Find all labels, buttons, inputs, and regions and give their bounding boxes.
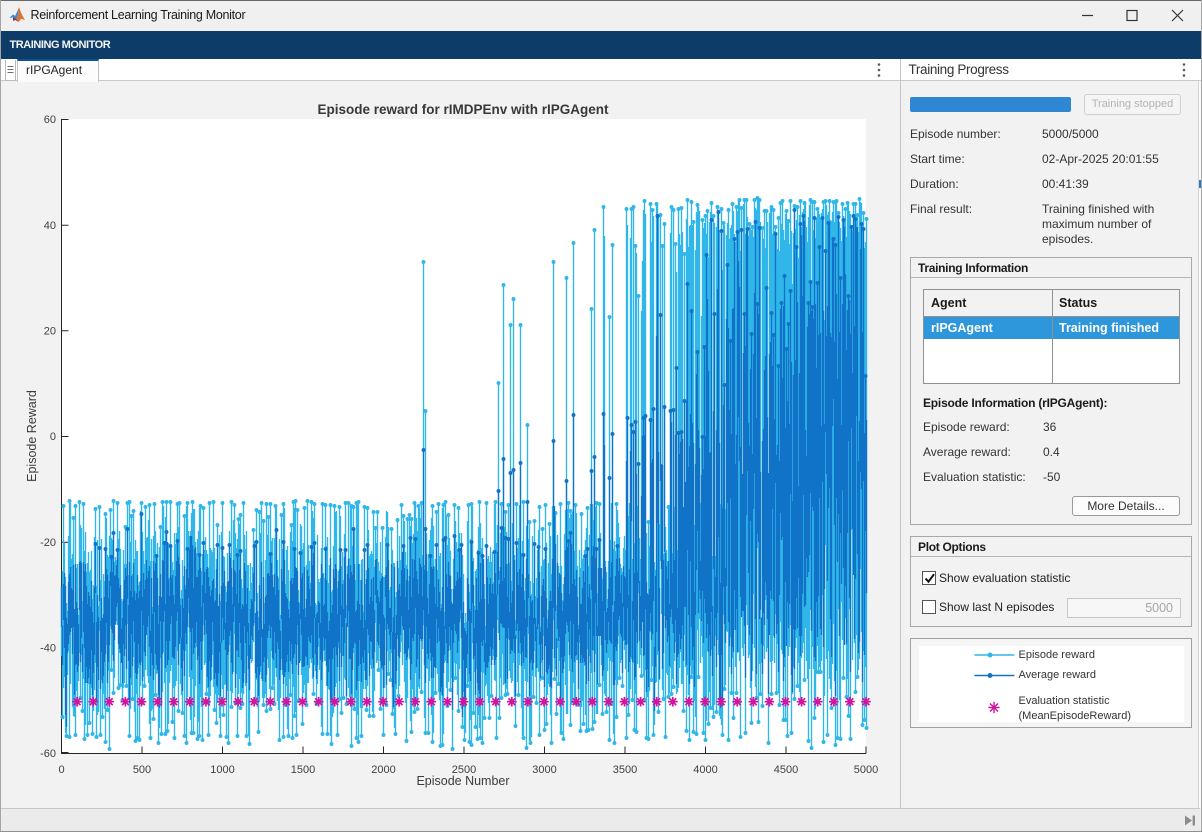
svg-text:1000: 1000	[210, 764, 234, 776]
svg-text:2000: 2000	[371, 764, 395, 776]
svg-text:3500: 3500	[613, 764, 637, 776]
svg-text:20: 20	[44, 326, 56, 338]
svg-text:4500: 4500	[774, 764, 798, 776]
svg-text:5000: 5000	[854, 764, 878, 776]
svg-text:60: 60	[44, 114, 56, 126]
svg-text:-40: -40	[40, 643, 56, 655]
svg-text:Episode reward for rIMDPEnv wi: Episode reward for rIMDPEnv with rIPGAge…	[317, 102, 609, 117]
svg-text:-60: -60	[40, 748, 56, 760]
svg-text:40: 40	[44, 220, 56, 232]
svg-text:1500: 1500	[291, 764, 315, 776]
svg-text:Episode Number: Episode Number	[416, 774, 509, 788]
svg-text:500: 500	[133, 764, 151, 776]
svg-text:0: 0	[50, 431, 56, 443]
svg-text:Episode Reward: Episode Reward	[25, 390, 39, 482]
svg-text:4000: 4000	[693, 764, 717, 776]
svg-text:3000: 3000	[532, 764, 556, 776]
svg-text:-20: -20	[40, 537, 56, 549]
svg-text:0: 0	[58, 764, 64, 776]
